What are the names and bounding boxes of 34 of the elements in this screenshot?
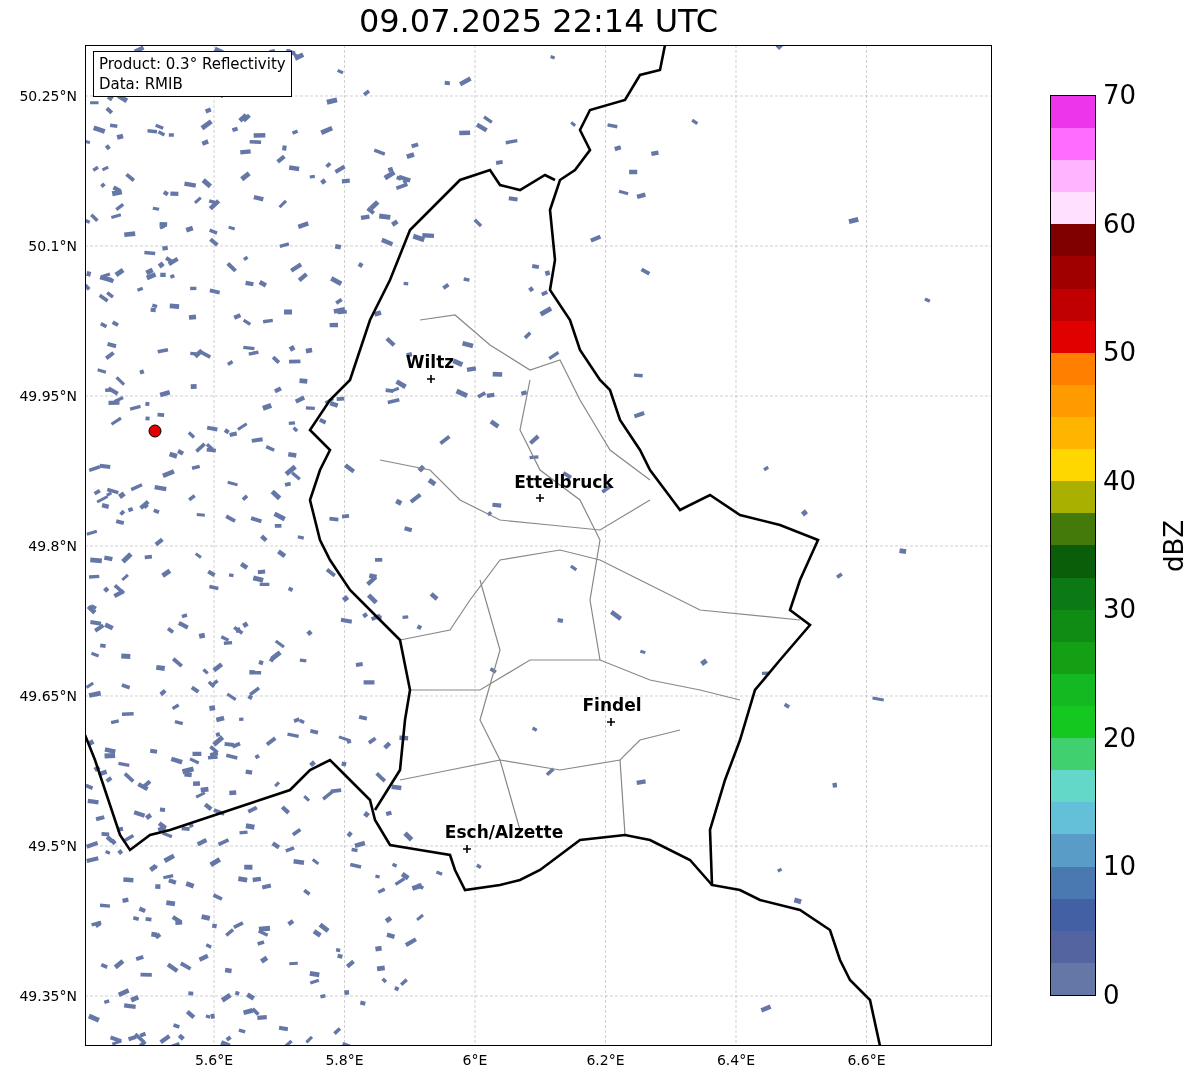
latitude-label: 49.8°N xyxy=(28,537,77,555)
radar-site-icon xyxy=(148,424,162,438)
city-label: Ettelbruck xyxy=(514,472,614,492)
colorbar-label: dBZ xyxy=(1159,519,1184,572)
longitude-label: 6.2°E xyxy=(586,1052,625,1068)
latitude-label: 49.65°N xyxy=(19,687,77,705)
longitude-label: 6.6°E xyxy=(847,1052,886,1068)
city-marker-icon xyxy=(536,494,544,502)
city-marker-icon xyxy=(427,375,435,383)
city-marker-icon xyxy=(607,718,615,726)
city-label: Findel xyxy=(582,695,642,715)
colorbar-tick-label: 10 xyxy=(1103,851,1137,882)
info-line: Data: RMIB xyxy=(99,74,184,94)
colorbar-tick-label: 30 xyxy=(1103,594,1137,625)
colorbar-tick-label: 0 xyxy=(1103,980,1120,1010)
longitude-label: 5.6°E xyxy=(194,1052,234,1068)
city-marker-icon xyxy=(463,845,471,853)
latitude-label: 50.1°N xyxy=(28,237,77,255)
longitude-label: 5.8°E xyxy=(325,1052,364,1068)
latitude-label: 49.95°N xyxy=(19,387,77,405)
latitude-label: 50.25°N xyxy=(19,87,77,105)
longitude-label: 6.4°E xyxy=(716,1052,756,1068)
colorbar-tick-label: 50 xyxy=(1103,337,1137,368)
colorbar-tick-label: 60 xyxy=(1103,208,1137,239)
colorbar-tick-label: 20 xyxy=(1103,722,1137,753)
city-label: Esch/Alzette xyxy=(444,822,564,842)
chart-title: 09.07.2025 22:14 UTC xyxy=(358,2,719,39)
latitude-label: 49.5°N xyxy=(28,837,77,855)
colorbar-tick-label: 70 xyxy=(1103,80,1137,110)
info-line: Product: 0.3° Reflectivity xyxy=(99,54,286,74)
latitude-label: 49.35°N xyxy=(19,987,77,1005)
colorbar-tick-label: 40 xyxy=(1103,465,1137,496)
longitude-label: 6°E xyxy=(462,1052,488,1068)
city-label: Wiltz xyxy=(405,352,455,372)
